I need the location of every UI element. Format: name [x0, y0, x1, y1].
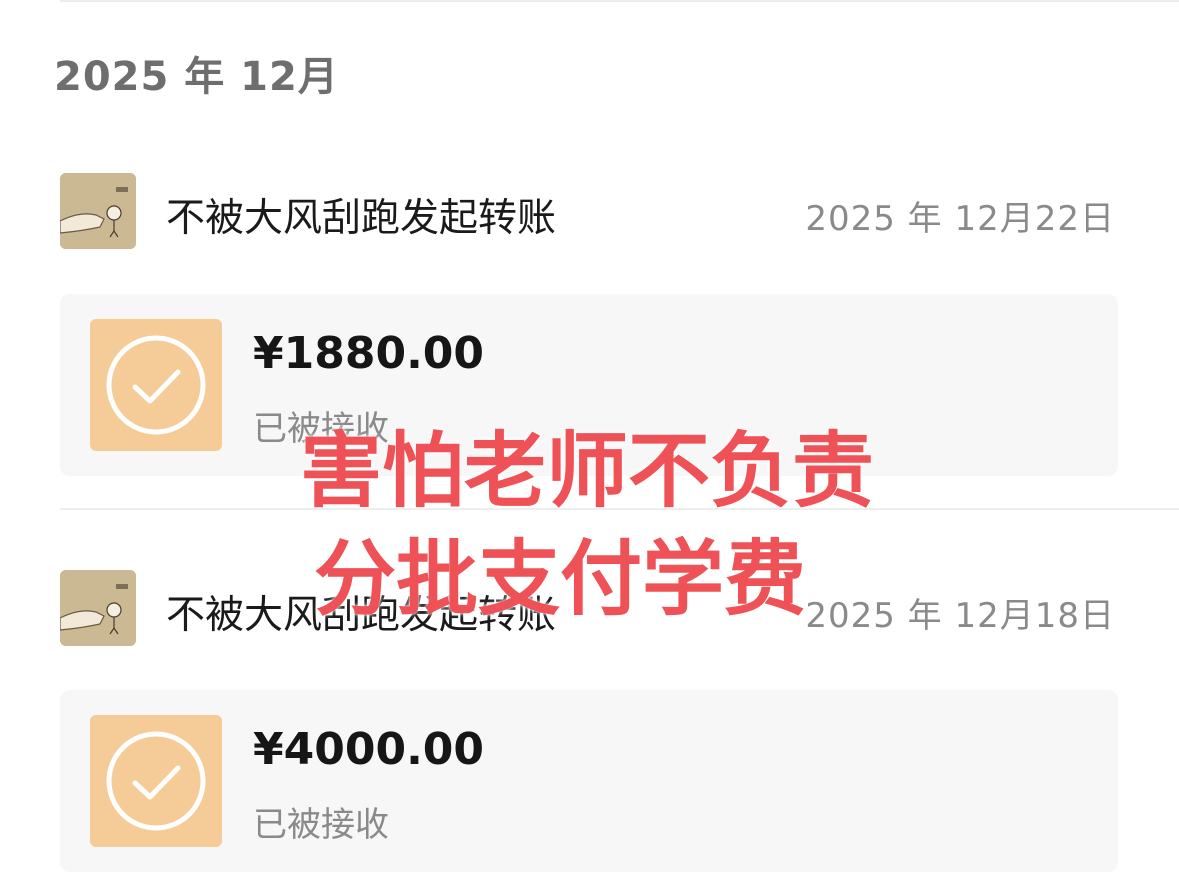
record-divider — [60, 508, 1179, 510]
transfer-amount: ¥4000.00 — [253, 724, 485, 775]
transfer-date: 2025 年 12月22日 — [805, 199, 1115, 239]
top-divider — [60, 0, 1179, 2]
transfer-title: 不被大风刮跑发起转账 — [166, 196, 557, 241]
transfer-card[interactable]: ¥1880.00 已被接收 — [60, 294, 1118, 476]
received-check-icon — [90, 715, 222, 847]
transfer-history-page: 2025 年 12月 不被大风刮跑发起转账 2025 年 12月22日 ¥188… — [0, 0, 1179, 872]
received-check-icon — [90, 319, 222, 451]
transfer-card[interactable]: ¥4000.00 已被接收 — [60, 690, 1118, 872]
avatar[interactable] — [60, 173, 136, 249]
transfer-title: 不被大风刮跑发起转账 — [166, 593, 557, 638]
transfer-amount: ¥1880.00 — [253, 328, 485, 379]
avatar[interactable] — [60, 570, 136, 646]
month-header: 2025 年 12月 — [54, 54, 339, 100]
transfer-status: 已被接收 — [253, 409, 389, 449]
transfer-date: 2025 年 12月18日 — [805, 596, 1115, 636]
transfer-record-header[interactable]: 不被大风刮跑发起转账 2025 年 12月22日 — [0, 173, 1179, 253]
transfer-status: 已被接收 — [253, 805, 389, 845]
transfer-record-header[interactable]: 不被大风刮跑发起转账 2025 年 12月18日 — [0, 570, 1179, 650]
